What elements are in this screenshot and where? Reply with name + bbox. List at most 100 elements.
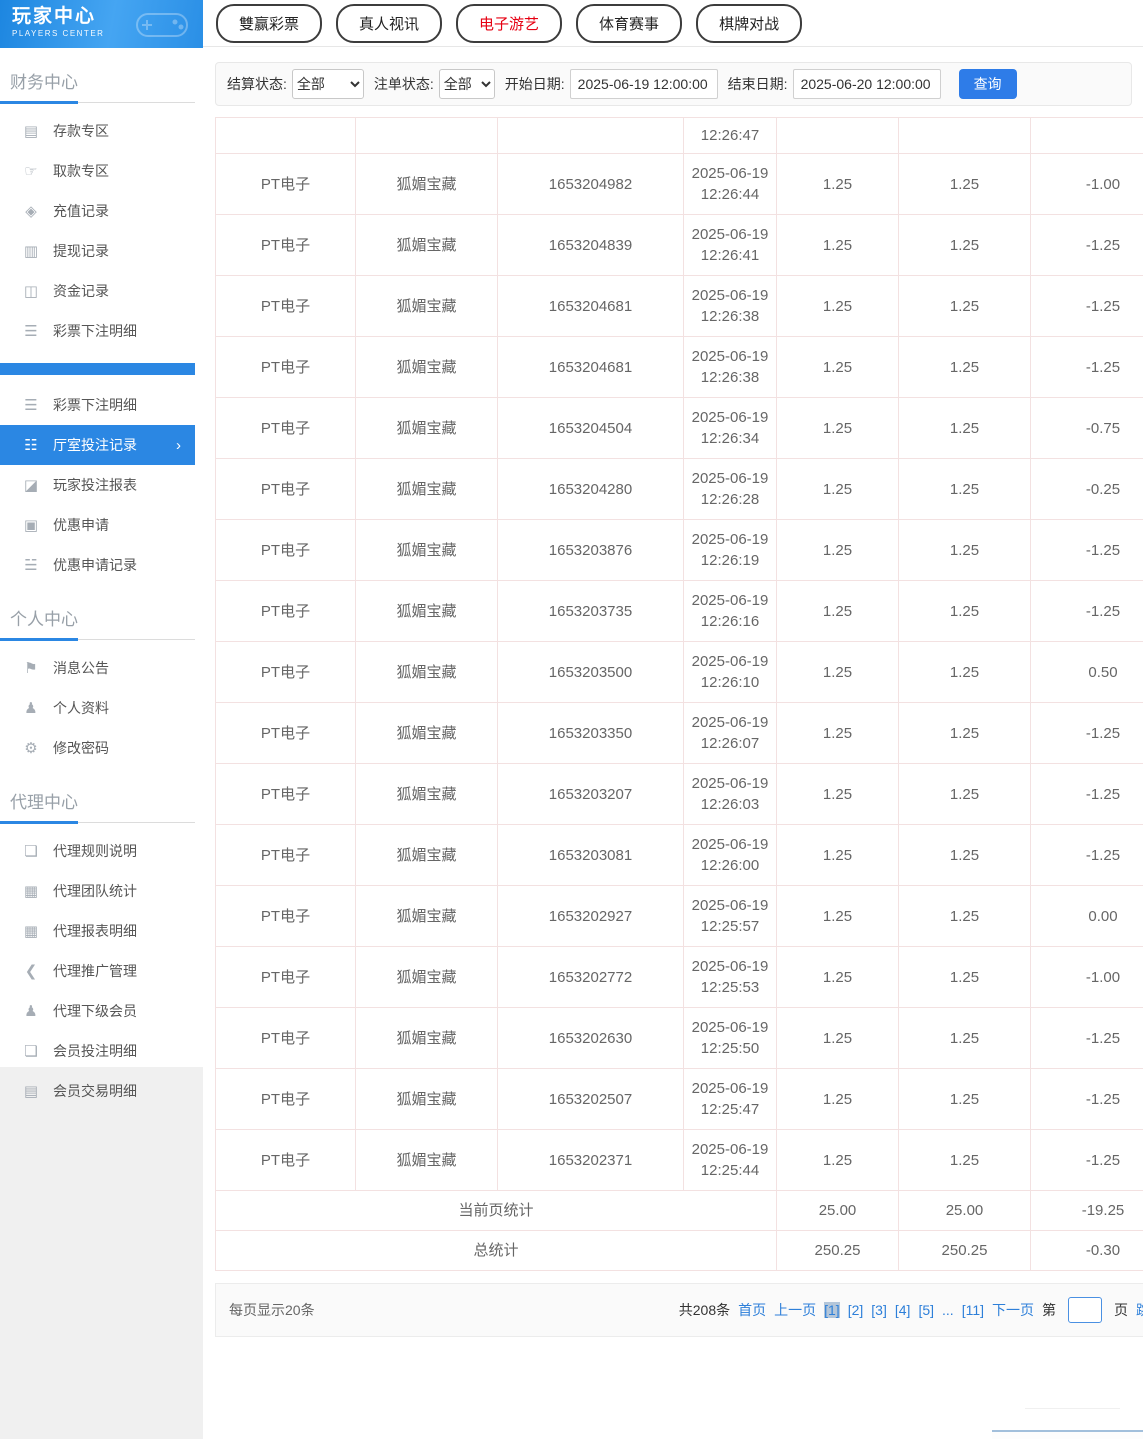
sidebar-item-label: 资金记录	[53, 281, 109, 301]
sidebar-item-withdrawal-record[interactable]: ▥提现记录	[0, 231, 195, 271]
page-link-1[interactable]: [1]	[824, 1302, 840, 1318]
page-link-11[interactable]: [11]	[962, 1302, 984, 1318]
table-row[interactable]: PT电子狐媚宝藏16532045042025-06-1912:26:341.25…	[216, 398, 1143, 459]
doc-icon: ❏	[22, 842, 40, 860]
sidebar-item-member-bet-detail[interactable]: ❏会员投注明细	[0, 1031, 195, 1071]
game-name-cell: 狐媚宝藏	[356, 337, 498, 398]
order-id-cell: 1653202630	[498, 1008, 684, 1069]
sidebar-item-agent-sub-members[interactable]: ♟代理下级会员	[0, 991, 195, 1031]
game-name-cell: 狐媚宝藏	[356, 398, 498, 459]
table-row[interactable]: PT电子狐媚宝藏16532046812025-06-1912:26:381.25…	[216, 276, 1143, 337]
jump-page-input[interactable]	[1068, 1297, 1102, 1323]
game-type-cell: PT电子	[216, 398, 356, 459]
order-id-cell: 1653202507	[498, 1069, 684, 1130]
profit-cell: -1.25	[1031, 581, 1143, 642]
sidebar-item-promo-apply[interactable]: ▣优惠申请	[0, 505, 195, 545]
table-row[interactable]: PT电子狐媚宝藏16532025072025-06-1912:25:471.25…	[216, 1069, 1143, 1130]
bet-amount-cell: 1.25	[777, 703, 899, 764]
order-status-select[interactable]: 全部	[439, 69, 495, 99]
sidebar-item-deposit-zone[interactable]: ▤存款专区	[0, 111, 195, 151]
sidebar-item-personal-profile[interactable]: ♟个人资料	[0, 688, 195, 728]
sidebar-item-lottery-bet-detail-2[interactable]: ☰彩票下注明细	[0, 385, 195, 425]
table-row[interactable]: PT电子狐媚宝藏16532042802025-06-1912:26:281.25…	[216, 459, 1143, 520]
sidebar-item-label: 提现记录	[53, 241, 109, 261]
bet-amount-cell: 1.25	[777, 215, 899, 276]
valid-amount-cell: 1.25	[899, 581, 1031, 642]
order-id-cell: 1653203500	[498, 642, 684, 703]
jump-button[interactable]: 跳转	[1136, 1300, 1143, 1320]
sidebar-item-change-password[interactable]: ⚙修改密码	[0, 728, 195, 768]
bet-amount-cell: 1.25	[777, 764, 899, 825]
profit-cell: -0.25	[1031, 459, 1143, 520]
table-row[interactable]: PT电子狐媚宝藏16532030812025-06-1912:26:001.25…	[216, 825, 1143, 886]
sidebar-item-agent-report-detail[interactable]: ▦代理报表明细	[0, 911, 195, 951]
settle-status-select[interactable]: 全部	[292, 69, 364, 99]
sidebar-item-withdraw-zone[interactable]: ☞取款专区	[0, 151, 195, 191]
valid-amount-cell: 1.25	[899, 520, 1031, 581]
table-row[interactable]: PT电子狐媚宝藏16532038762025-06-1912:26:191.25…	[216, 520, 1143, 581]
summary-value-cell: -0.30	[1031, 1231, 1143, 1271]
table-row[interactable]: PT电子狐媚宝藏16532049822025-06-1912:26:441.25…	[216, 154, 1143, 215]
valid-amount-cell: 1.25	[899, 764, 1031, 825]
order-id-cell: 1653204982	[498, 154, 684, 215]
sidebar-item-promo-apply-record[interactable]: ☱优惠申请记录	[0, 545, 195, 585]
valid-amount-cell: 1.25	[899, 276, 1031, 337]
first-page-link[interactable]: 首页	[738, 1300, 766, 1320]
pagination-bar: 每页显示20条 共208条 首页 上一页 [1][2][3][4][5]...[…	[215, 1283, 1143, 1337]
table-row[interactable]: PT电子狐媚宝藏16532032072025-06-1912:26:031.25…	[216, 764, 1143, 825]
bet-amount-cell: 1.25	[777, 581, 899, 642]
tab-electronic-games[interactable]: 电子游艺	[456, 4, 562, 43]
table-row[interactable]: PT电子狐媚宝藏16532027722025-06-1912:25:531.25…	[216, 947, 1143, 1008]
query-button[interactable]: 查询	[959, 69, 1017, 99]
sidebar-item-hall-bet-record[interactable]: ☷厅室投注记录›	[0, 425, 195, 465]
start-date-input[interactable]	[570, 69, 718, 99]
page-link-5[interactable]: [5]	[918, 1302, 934, 1318]
order-id-cell: 1653203207	[498, 764, 684, 825]
valid-amount-cell: 1.25	[899, 703, 1031, 764]
table-row[interactable]: PT电子狐媚宝藏16532033502025-06-1912:26:071.25…	[216, 703, 1143, 764]
sidebar-item-funds-record[interactable]: ◫资金记录	[0, 271, 195, 311]
sidebar-item-label: 代理团队统计	[53, 881, 137, 901]
tab-double-win-lottery[interactable]: 雙赢彩票	[216, 4, 322, 43]
tab-live-video[interactable]: 真人视讯	[336, 4, 442, 43]
page-links: [1][2][3][4][5]...[11]	[824, 1302, 984, 1318]
table-row[interactable]: PT电子狐媚宝藏16532029272025-06-1912:25:571.25…	[216, 886, 1143, 947]
table-row[interactable]: PT电子狐媚宝藏16532037352025-06-1912:26:161.25…	[216, 581, 1143, 642]
sidebar-item-message-notice[interactable]: ⚑消息公告	[0, 648, 195, 688]
sidebar-item-lottery-bet-detail[interactable]: ☰彩票下注明细	[0, 311, 195, 351]
sidebar-item-agent-rules[interactable]: ❏代理规则说明	[0, 831, 195, 871]
summary-value-cell: 250.25	[777, 1231, 899, 1271]
table-row-partial: 12:26:47	[216, 118, 1143, 154]
page-link-3[interactable]: [3]	[871, 1302, 887, 1318]
table-row[interactable]: PT电子狐媚宝藏16532035002025-06-1912:26:101.25…	[216, 642, 1143, 703]
jump-suffix: 页	[1114, 1300, 1128, 1320]
next-page-link[interactable]: 下一页	[992, 1300, 1034, 1320]
profit-cell: -1.25	[1031, 276, 1143, 337]
sidebar-item-player-bet-report[interactable]: ◪玩家投注报表	[0, 465, 195, 505]
end-date-input[interactable]	[793, 69, 941, 99]
tab-sports-events[interactable]: 体育赛事	[576, 4, 682, 43]
bet-amount-cell: 1.25	[777, 886, 899, 947]
page-link-2[interactable]: [2]	[848, 1302, 864, 1318]
valid-amount-cell: 1.25	[899, 337, 1031, 398]
game-type-cell: PT电子	[216, 703, 356, 764]
prev-page-link[interactable]: 上一页	[774, 1300, 816, 1320]
page-link-4[interactable]: [4]	[895, 1302, 911, 1318]
sidebar-item-agent-team-stats[interactable]: ▦代理团队统计	[0, 871, 195, 911]
summary-value-cell: 25.00	[899, 1191, 1031, 1231]
game-name-cell: 狐媚宝藏	[356, 703, 498, 764]
profit-cell: -1.25	[1031, 1069, 1143, 1130]
bet-datetime-cell: 2025-06-1912:26:00	[684, 825, 777, 886]
table-row[interactable]: PT电子狐媚宝藏16532046812025-06-1912:26:381.25…	[216, 337, 1143, 398]
sidebar-item-member-trade-detail[interactable]: ▤会员交易明细	[0, 1071, 195, 1111]
bet-datetime-cell: 2025-06-1912:26:07	[684, 703, 777, 764]
profit-cell: -1.00	[1031, 947, 1143, 1008]
player-bet-report-icon: ◪	[22, 476, 40, 494]
valid-amount-cell: 1.25	[899, 1008, 1031, 1069]
table-row[interactable]: PT电子狐媚宝藏16532048392025-06-1912:26:411.25…	[216, 215, 1143, 276]
sidebar-item-agent-promo-manage[interactable]: ❮代理推广管理	[0, 951, 195, 991]
table-row[interactable]: PT电子狐媚宝藏16532026302025-06-1912:25:501.25…	[216, 1008, 1143, 1069]
sidebar-item-recharge-record[interactable]: ◈充值记录	[0, 191, 195, 231]
tab-board-card-battle[interactable]: 棋牌对战	[696, 4, 802, 43]
table-row[interactable]: PT电子狐媚宝藏16532023712025-06-1912:25:441.25…	[216, 1130, 1143, 1191]
